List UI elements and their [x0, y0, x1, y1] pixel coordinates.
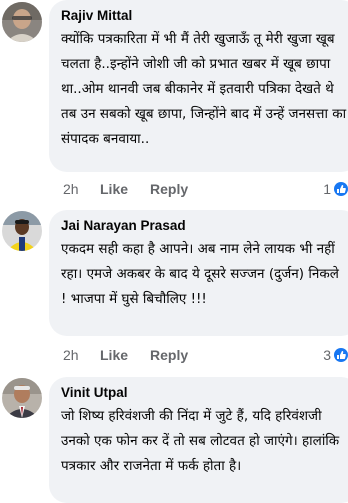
- comment-bubble: Rajiv Mittal क्योंकि पत्रकारिता में भी म…: [49, 0, 348, 172]
- comment-bubble: Jai Narayan Prasad एकदम सही कहा है आपने।…: [49, 210, 348, 336]
- avatar[interactable]: [2, 2, 42, 42]
- comment-text: जो शिष्य हरिवंशजी की निंदा में जुटे हैं,…: [61, 408, 340, 474]
- like-button[interactable]: Like: [100, 179, 128, 199]
- avatar[interactable]: [2, 211, 42, 251]
- like-reaction-icon: [334, 182, 348, 196]
- comment-time[interactable]: 2h: [63, 345, 79, 365]
- reply-button[interactable]: Reply: [150, 345, 188, 365]
- like-reaction-icon: [334, 348, 348, 362]
- avatar-man-yellow-icon: [2, 211, 42, 251]
- comment-author[interactable]: Jai Narayan Prasad: [61, 217, 347, 235]
- comment-text: क्योंकि पत्रकारिता में भी मैं तेरी खुजाऊ…: [61, 31, 347, 147]
- comment-text: एकदम सही कहा है आपने। अब नाम लेने लायक भ…: [61, 241, 339, 307]
- reaction-count[interactable]: 1: [323, 179, 348, 199]
- reply-button[interactable]: Reply: [150, 179, 188, 199]
- avatar-man-icon: [2, 2, 42, 42]
- avatar[interactable]: [2, 378, 42, 418]
- comment-author[interactable]: Rajiv Mittal: [61, 7, 347, 25]
- reaction-count-number: 3: [323, 347, 331, 363]
- reaction-count[interactable]: 3: [323, 345, 348, 365]
- like-button[interactable]: Like: [100, 345, 128, 365]
- comment-bubble: Vinit Utpal जो शिष्य हरिवंशजी की निंदा म…: [49, 377, 348, 503]
- comment-time[interactable]: 2h: [63, 179, 79, 199]
- avatar-man-suit-icon: [2, 378, 42, 418]
- reaction-count-number: 1: [323, 181, 331, 197]
- comment-author[interactable]: Vinit Utpal: [61, 384, 347, 402]
